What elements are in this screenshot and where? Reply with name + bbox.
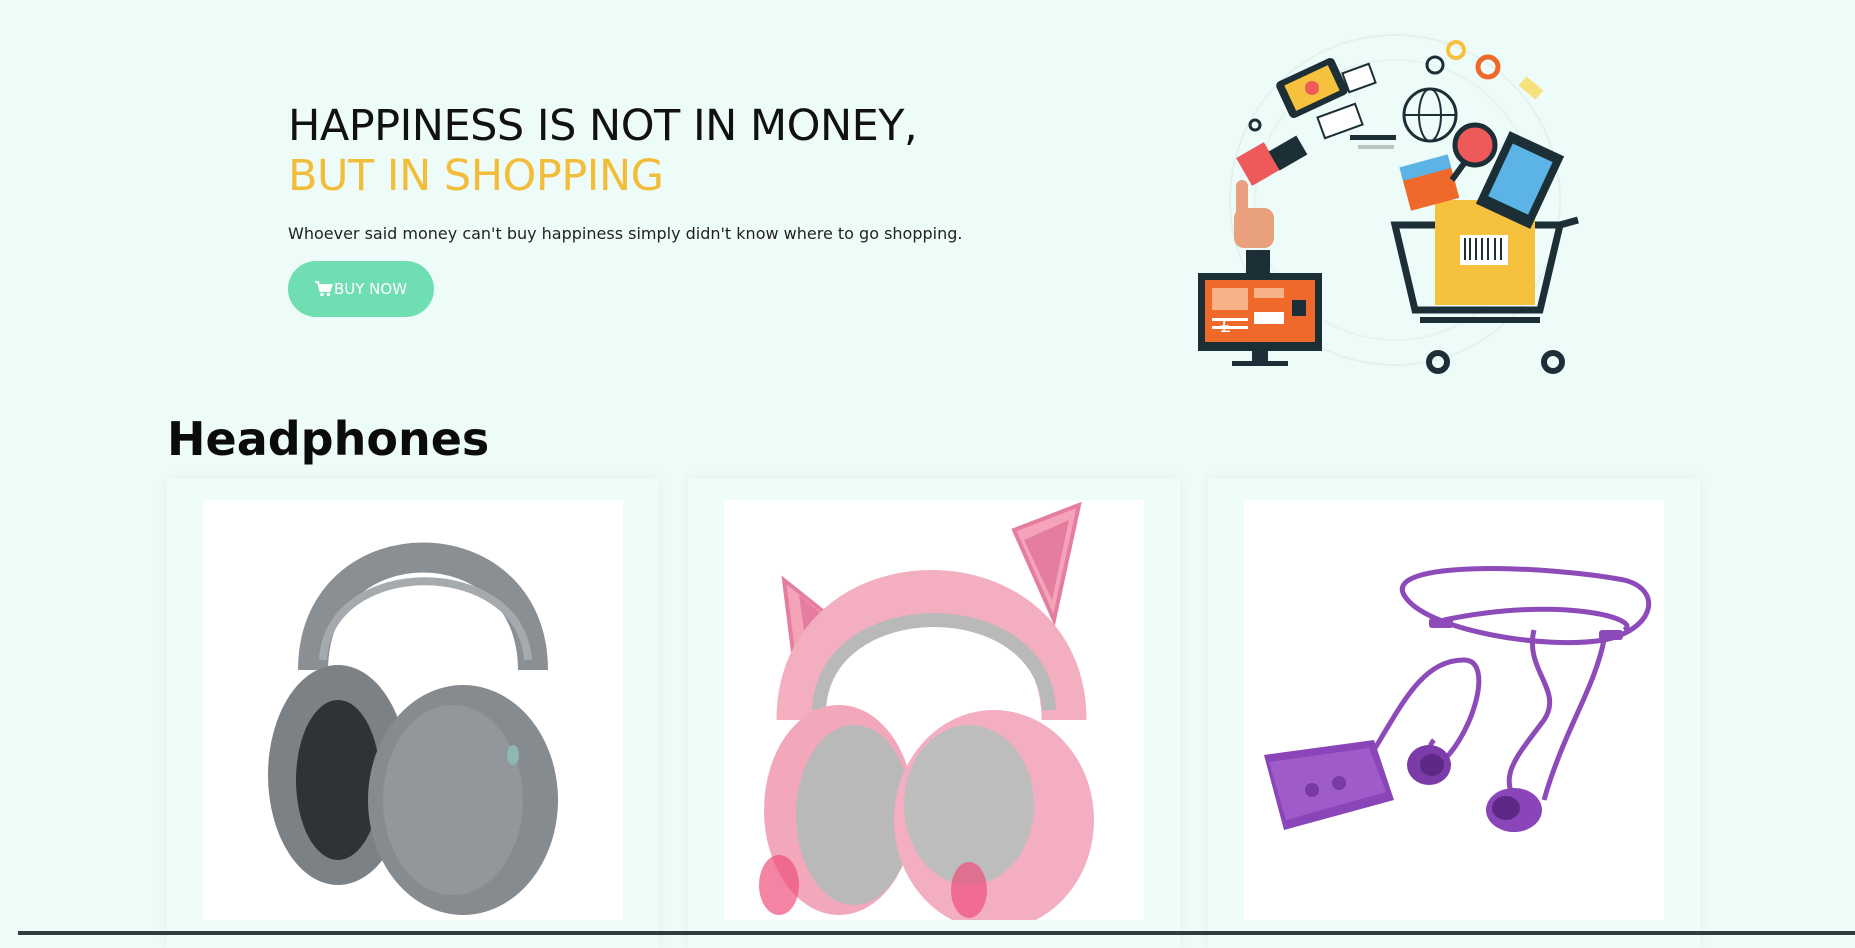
gray-over-ear-headphones	[268, 542, 558, 915]
hero-tagline: Whoever said money can't buy happiness s…	[288, 224, 963, 243]
product-image[interactable]	[724, 500, 1144, 920]
product-card[interactable]	[167, 478, 659, 948]
svg-text:£: £	[1220, 316, 1231, 337]
buy-now-button[interactable]: BUY NOW	[288, 261, 434, 317]
hero-section: HAPPINESS IS NOT IN MONEY, BUT IN SHOPPI…	[0, 0, 1855, 400]
buy-now-label: BUY NOW	[333, 280, 408, 298]
product-card[interactable]	[688, 478, 1180, 948]
horizontal-scrollbar[interactable]	[18, 931, 1855, 935]
hero-text: HAPPINESS IS NOT IN MONEY, BUT IN SHOPPI…	[288, 100, 962, 317]
hero-title-line2: BUT IN SHOPPING	[288, 151, 664, 201]
purple-earbuds	[1264, 566, 1652, 832]
product-card[interactable]	[1208, 478, 1700, 948]
cart-icon	[314, 281, 333, 297]
product-image[interactable]	[203, 500, 623, 920]
product-image[interactable]	[1244, 500, 1664, 920]
pink-cat-ear-headphones	[759, 501, 1094, 920]
hero-title-line1: HAPPINESS IS NOT IN MONEY,	[288, 101, 918, 151]
section-title: Headphones	[167, 412, 490, 466]
shopping-cart-illustration: £	[1198, 34, 1579, 374]
